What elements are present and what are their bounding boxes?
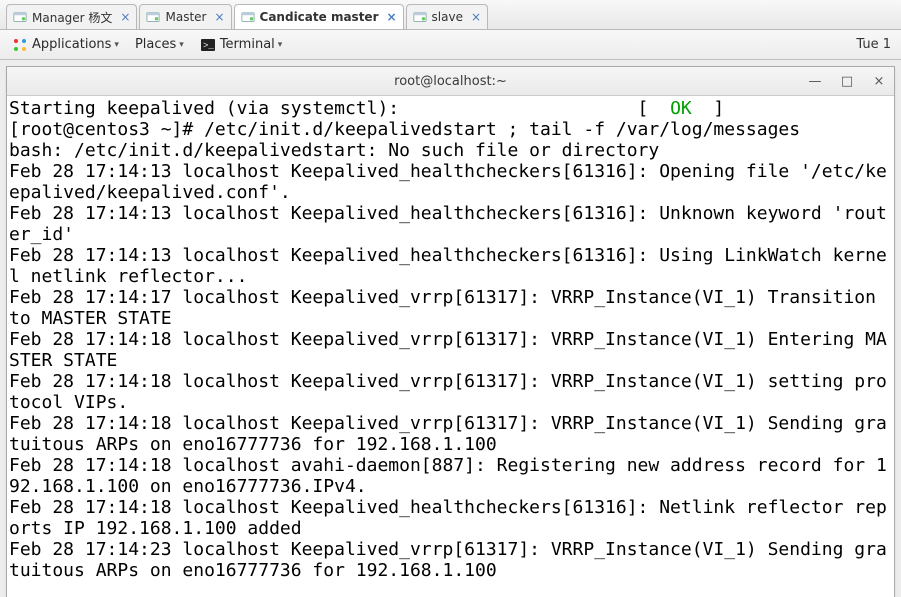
menu-label: Applications: [32, 37, 111, 52]
terminal-titlebar[interactable]: root@localhost:~ — □ ×: [7, 67, 894, 96]
maximize-button[interactable]: □: [838, 73, 856, 89]
tab-label: Master: [165, 10, 206, 24]
terminal-title: root@localhost:~: [7, 74, 894, 89]
session-icon: [413, 10, 427, 24]
tab-label: Candicate master: [260, 10, 379, 24]
terminal-body[interactable]: Starting keepalived (via systemctl): [ O…: [7, 96, 894, 597]
menu-places[interactable]: Places ▾: [129, 37, 190, 52]
chevron-down-icon: ▾: [114, 40, 119, 50]
svg-text:>_: >_: [203, 41, 214, 51]
session-icon: [13, 10, 27, 24]
terminal-text-before-ok: Starting keepalived (via systemctl): [: [9, 98, 670, 119]
terminal-icon: >_: [200, 37, 216, 53]
applications-icon: [12, 37, 28, 53]
terminal-text-after-ok: ] [root@centos3 ~]# /etc/init.d/keepaliv…: [9, 98, 887, 581]
clock[interactable]: Tue 1: [856, 37, 895, 52]
close-button[interactable]: ×: [870, 73, 888, 89]
menu-label: Places: [135, 37, 176, 52]
ok-status: OK: [670, 98, 692, 119]
close-icon[interactable]: ×: [471, 11, 481, 23]
menu-label: Terminal: [220, 37, 275, 52]
session-tab-bar: Manager 杨文 × Master × Candicate master ×…: [0, 0, 901, 30]
window-controls: — □ ×: [792, 67, 888, 95]
session-icon: [241, 10, 255, 24]
tab-slave[interactable]: slave ×: [406, 4, 489, 29]
tab-candidate-master[interactable]: Candicate master ×: [234, 4, 404, 29]
minimize-button[interactable]: —: [806, 73, 824, 89]
menu-terminal[interactable]: >_ Terminal ▾: [194, 37, 288, 53]
close-icon[interactable]: ×: [214, 11, 224, 23]
terminal-window: root@localhost:~ — □ × Starting keepaliv…: [6, 66, 895, 597]
tab-label: slave: [432, 10, 463, 24]
tab-manager[interactable]: Manager 杨文 ×: [6, 4, 137, 29]
chevron-down-icon: ▾: [179, 40, 184, 50]
chevron-down-icon: ▾: [278, 40, 283, 50]
tab-master[interactable]: Master ×: [139, 4, 231, 29]
session-icon: [146, 10, 160, 24]
menu-applications[interactable]: Applications ▾: [6, 37, 125, 53]
tab-label: Manager 杨文: [32, 9, 112, 26]
desktop-menubar: Applications ▾ Places ▾ >_ Terminal ▾ Tu…: [0, 30, 901, 60]
close-icon[interactable]: ×: [386, 11, 396, 23]
close-icon[interactable]: ×: [120, 11, 130, 23]
